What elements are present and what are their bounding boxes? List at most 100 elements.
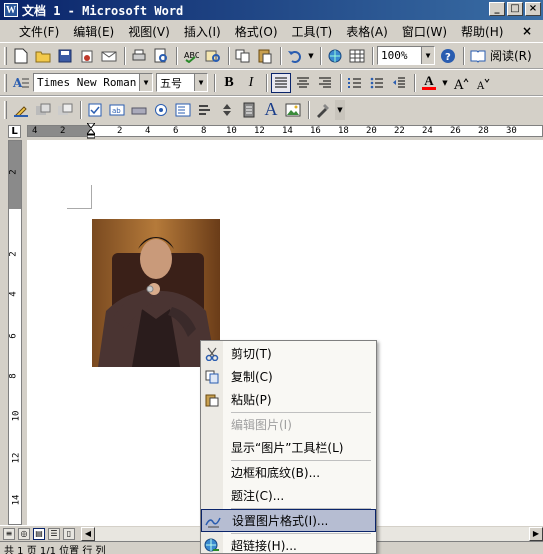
toolbar-separator — [463, 46, 465, 65]
open-folder-icon[interactable] — [33, 46, 53, 66]
ruler-number: 12 — [254, 126, 265, 136]
paste-icon[interactable] — [255, 46, 275, 66]
indent-marker[interactable] — [85, 122, 97, 139]
bold-button[interactable]: B — [219, 73, 239, 93]
menu-view[interactable]: 视图(V) — [121, 23, 177, 40]
svg-text:A: A — [476, 81, 485, 90]
save-icon[interactable] — [55, 46, 75, 66]
menu-item-copy[interactable]: 复制(C) — [201, 365, 376, 388]
menu-item-hyperlink[interactable]: 超链接(H)... — [201, 534, 376, 554]
menu-table[interactable]: 表格(A) — [339, 23, 395, 40]
draw-table-icon[interactable] — [11, 100, 31, 120]
menu-help[interactable]: 帮助(H) — [454, 23, 510, 40]
list-box-icon[interactable] — [173, 100, 193, 120]
research-icon[interactable] — [203, 46, 223, 66]
toggle-button-icon[interactable] — [195, 100, 215, 120]
toolbar-grip[interactable] — [4, 73, 7, 92]
minimize-button[interactable]: _ — [489, 2, 505, 16]
chevron-down-icon[interactable]: ▼ — [421, 47, 434, 64]
scrollbar-control-icon[interactable] — [129, 100, 149, 120]
close-button[interactable]: × — [525, 2, 541, 16]
web-layout-icon[interactable]: ◎ — [18, 527, 30, 540]
copy-icon — [201, 365, 223, 388]
read-icon[interactable] — [468, 46, 488, 66]
italic-button[interactable]: I — [241, 73, 261, 93]
spin-button-icon[interactable] — [217, 100, 237, 120]
menu-edit[interactable]: 编辑(E) — [66, 23, 121, 40]
permission-icon[interactable] — [77, 46, 97, 66]
reading-view-icon[interactable]: ▯ — [63, 527, 75, 540]
outline-view-icon[interactable]: ☰ — [48, 527, 60, 540]
font-name-select[interactable]: Times New Roman ▼ — [33, 73, 153, 92]
menu-window[interactable]: 窗口(W) — [395, 23, 454, 40]
toolbar-options-icon[interactable]: ▼ — [335, 99, 345, 120]
option-button-icon[interactable] — [151, 100, 171, 120]
command-button-icon[interactable] — [239, 100, 259, 120]
menu-insert[interactable]: 插入(I) — [177, 23, 228, 40]
font-color-swatch — [422, 87, 436, 90]
menu-format[interactable]: 格式(O) — [228, 23, 285, 40]
menu-item-caption[interactable]: 题注(C)... — [201, 484, 376, 507]
grow-font-icon[interactable]: A — [451, 73, 471, 93]
image-control-icon[interactable] — [283, 100, 303, 120]
menu-item-borders-shading[interactable]: 边框和底纹(B)... — [201, 461, 376, 484]
ruler-number: 2 — [8, 251, 19, 257]
context-menu: 剪切(T) 复制(C) 粘贴(P) 编辑图片(I) 显示“图片”工具栏(L) 边… — [200, 340, 377, 554]
undo-icon[interactable] — [285, 46, 305, 66]
print-preview-icon[interactable] — [151, 46, 171, 66]
zoom-select[interactable]: 100% ▼ — [377, 46, 435, 65]
align-justify-icon[interactable] — [271, 72, 291, 93]
undo-dropdown-icon[interactable]: ▼ — [307, 46, 315, 66]
toolbar-separator — [228, 46, 230, 65]
maximize-button[interactable]: □ — [507, 2, 523, 16]
font-color-label: A — [424, 73, 434, 88]
chevron-down-icon[interactable]: ▼ — [194, 74, 207, 91]
align-center-icon[interactable] — [293, 73, 313, 93]
email-icon[interactable] — [99, 46, 119, 66]
label-control[interactable]: A — [261, 99, 281, 120]
text-field-icon[interactable]: ab — [107, 100, 127, 120]
bullets-icon[interactable] — [367, 73, 387, 93]
decrease-indent-icon[interactable] — [389, 73, 409, 93]
print-layout-icon[interactable]: ▤ — [33, 527, 45, 540]
numbering-icon[interactable] — [345, 73, 365, 93]
new-document-icon[interactable] — [11, 46, 31, 66]
design-mode-icon[interactable] — [313, 100, 333, 120]
vertical-ruler[interactable]: 2 2 4 6 8 10 12 14 — [0, 140, 27, 525]
font-color-dropdown-icon[interactable]: ▼ — [441, 73, 449, 93]
insert-hyperlink-icon[interactable] — [325, 46, 345, 66]
menu-item-show-picture-toolbar[interactable]: 显示“图片”工具栏(L) — [201, 436, 376, 459]
print-icon[interactable] — [129, 46, 149, 66]
checkbox-icon[interactable] — [85, 100, 105, 120]
align-right-icon[interactable] — [315, 73, 335, 93]
help-icon[interactable]: ? — [438, 46, 458, 66]
menu-item-cut[interactable]: 剪切(T) — [201, 342, 376, 365]
menu-file[interactable]: 文件(F) — [12, 23, 66, 40]
spelling-icon[interactable]: ABC — [181, 46, 201, 66]
menu-item-format-picture[interactable]: 设置图片格式(I)... — [201, 509, 376, 532]
read-button[interactable]: 阅读(R) — [490, 47, 532, 64]
normal-view-icon[interactable]: ≡ — [3, 527, 15, 540]
close-document-button[interactable]: × — [515, 24, 539, 38]
horizontal-ruler[interactable]: L 4 2 2 4 6 8 10 12 14 16 18 20 22 24 26… — [0, 122, 543, 140]
zoom-value: 100% — [381, 49, 408, 62]
protect-form-icon[interactable] — [55, 100, 75, 120]
svg-text:?: ? — [445, 52, 451, 63]
menu-item-label: 设置图片格式(I)... — [232, 514, 329, 528]
scroll-left-arrow-icon[interactable]: ◀ — [81, 526, 95, 541]
menu-tools[interactable]: 工具(T) — [285, 23, 340, 40]
menu-item-paste[interactable]: 粘贴(P) — [201, 388, 376, 411]
tab-selector[interactable]: L — [8, 125, 21, 138]
copy-icon[interactable] — [233, 46, 253, 66]
font-size-select[interactable]: 五号 ▼ — [156, 73, 208, 92]
toolbar-grip[interactable] — [4, 46, 7, 65]
tables-borders-icon[interactable] — [347, 46, 367, 66]
scissors-icon — [201, 342, 223, 365]
scroll-right-arrow-icon[interactable]: ▶ — [529, 526, 543, 541]
font-color-icon[interactable]: A — [419, 73, 439, 93]
toolbar-grip[interactable] — [4, 100, 7, 119]
form-field-shading-icon[interactable] — [33, 100, 53, 120]
shrink-font-icon[interactable]: A — [473, 73, 493, 93]
chevron-down-icon[interactable]: ▼ — [139, 74, 152, 91]
styles-icon[interactable]: A — [11, 73, 31, 93]
